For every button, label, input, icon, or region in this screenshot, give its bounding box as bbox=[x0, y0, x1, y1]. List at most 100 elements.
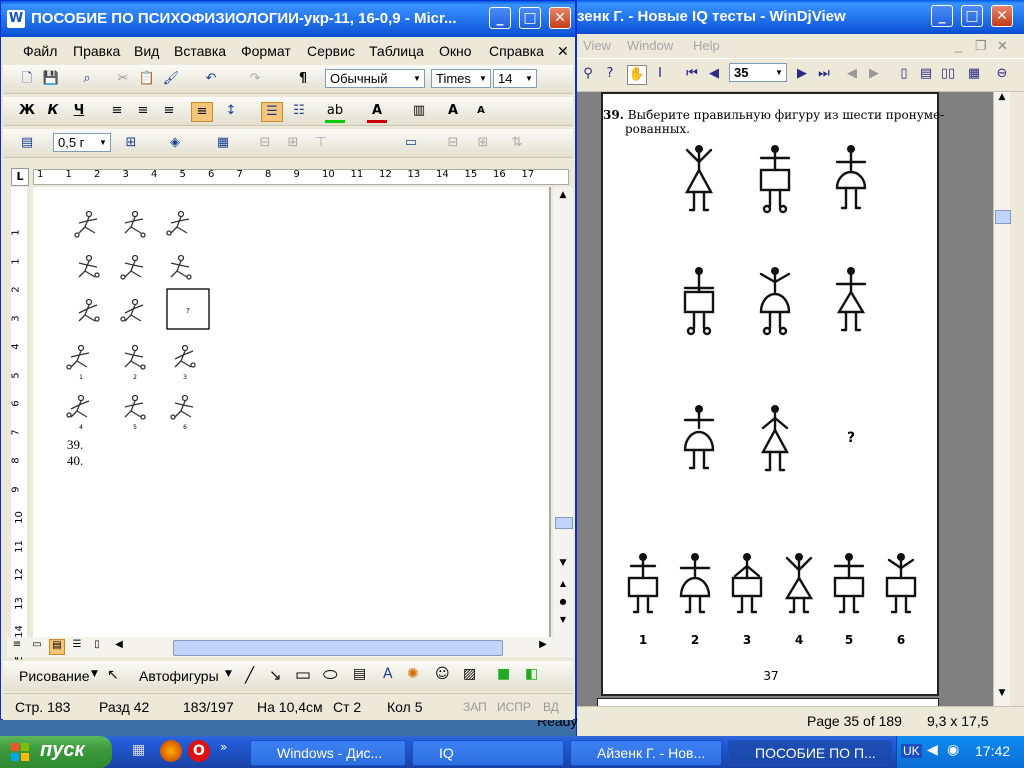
shading-icon[interactable]: ◈ bbox=[165, 134, 185, 152]
font-size-combo[interactable]: 14 ▼ bbox=[493, 69, 537, 88]
status-track-changes[interactable]: ИСПР bbox=[497, 700, 531, 714]
word-close-button[interactable]: ✕ bbox=[549, 7, 571, 29]
scroll-up-icon[interactable]: ▲ bbox=[995, 92, 1009, 106]
align-center-icon[interactable]: ≡ bbox=[133, 102, 153, 120]
redo-icon[interactable]: ↷ bbox=[245, 70, 265, 88]
distribute-rows-icon[interactable]: ⊟ bbox=[443, 134, 463, 152]
undo-icon[interactable]: ↶ bbox=[201, 70, 221, 88]
select-tool-icon[interactable]: I bbox=[651, 65, 669, 83]
new-document-icon[interactable]: 🗋 bbox=[17, 70, 37, 88]
page-number-input[interactable]: 35 ▼ bbox=[729, 63, 787, 82]
sort-icon[interactable]: ⇅ bbox=[507, 134, 527, 152]
line-spacing-icon[interactable]: ↕ bbox=[221, 102, 241, 120]
grow-font-icon[interactable]: A bbox=[443, 102, 463, 120]
cut-icon[interactable]: ✂ bbox=[113, 70, 133, 88]
close-button[interactable]: ✕ bbox=[991, 5, 1013, 27]
word-minimize-button[interactable]: _ bbox=[489, 7, 511, 29]
hand-tool-icon[interactable]: ✋ bbox=[627, 65, 647, 85]
document-page[interactable]: ? 1 2 3 4 5 6 39. 40. bbox=[33, 187, 549, 637]
insert-table-icon[interactable]: ▦ bbox=[213, 134, 233, 152]
scroll-up-icon[interactable]: ▲ bbox=[555, 187, 571, 203]
embedded-figure-image[interactable]: ? 1 2 3 4 5 6 bbox=[63, 203, 213, 435]
autoshapes-menu-button[interactable]: Автофигуры bbox=[139, 668, 219, 684]
split-cells-icon[interactable]: ⊞ bbox=[283, 134, 303, 152]
menu-view[interactable]: View bbox=[583, 38, 611, 53]
tab-selector[interactable]: L bbox=[11, 168, 29, 186]
font-color-icon[interactable]: A bbox=[367, 102, 387, 123]
merge-cells-icon[interactable]: ⊟ bbox=[255, 134, 275, 152]
djvu-vertical-scrollbar[interactable]: ▲ ▼ bbox=[993, 92, 1011, 706]
chevron-right-icon[interactable]: » bbox=[220, 740, 227, 754]
chevron-down-icon[interactable]: ▼ bbox=[97, 135, 109, 150]
document-area[interactable]: ? 1 2 3 4 5 6 39. 40. bbox=[33, 187, 551, 637]
scroll-down-icon[interactable]: ▼ bbox=[995, 688, 1009, 702]
chevron-down-icon[interactable]: ▼ bbox=[91, 669, 98, 679]
continuous-icon[interactable]: ▤ bbox=[917, 65, 935, 83]
oval-icon[interactable]: ⬭ bbox=[323, 665, 338, 685]
start-button[interactable]: пуск bbox=[0, 736, 112, 768]
zoom-out-icon[interactable]: ⊖ bbox=[993, 65, 1011, 83]
menu-insert[interactable]: Вставка bbox=[174, 43, 226, 59]
scroll-down-icon[interactable]: ▼ bbox=[555, 555, 571, 571]
menu-help[interactable]: Help bbox=[693, 38, 720, 53]
menu-format[interactable]: Формат bbox=[241, 43, 291, 59]
word-window[interactable]: W ПОСОБИЕ ПО ПСИХОФИЗИОЛОГИИ-укр-11, 16-… bbox=[0, 0, 576, 720]
web-view-icon[interactable]: ▭ bbox=[29, 639, 45, 655]
windjview-titlebar[interactable]: Айзенк Г. - Новые IQ тесты - WinDjView _… bbox=[557, 0, 1024, 34]
menu-help[interactable]: Справка bbox=[489, 43, 544, 59]
status-extend[interactable]: ВД bbox=[543, 700, 559, 714]
shrink-font-icon[interactable]: A bbox=[471, 102, 491, 120]
quicklaunch-show-desktop-icon[interactable]: ▦ bbox=[132, 742, 152, 762]
forward-icon[interactable]: ▶ bbox=[865, 65, 883, 83]
firefox-icon[interactable] bbox=[160, 740, 182, 762]
doc-line-39[interactable]: 39. bbox=[67, 437, 83, 453]
select-objects-icon[interactable]: ↖ bbox=[107, 667, 119, 683]
align-cell-icon[interactable]: ⊤ bbox=[311, 134, 331, 152]
prev-page-icon[interactable]: ◀ bbox=[705, 65, 723, 83]
maximize-button[interactable]: □ bbox=[961, 5, 983, 27]
bold-icon[interactable]: Ж bbox=[17, 102, 37, 120]
line-icon[interactable]: ╱ bbox=[245, 666, 254, 684]
mdi-close-icon[interactable]: ✕ bbox=[997, 38, 1008, 54]
italic-icon[interactable]: К bbox=[43, 102, 63, 120]
menu-table[interactable]: Таблица bbox=[369, 43, 424, 59]
underline-icon[interactable]: Ч bbox=[69, 102, 89, 120]
word-app-icon[interactable]: W bbox=[7, 10, 25, 28]
djvu-view-area[interactable]: 39. Выберите правильную фигуру из шести … bbox=[577, 92, 993, 708]
task-word[interactable]: ПОСОБИЕ ПО П... bbox=[728, 740, 892, 766]
bullets-icon[interactable]: ☷ bbox=[289, 102, 309, 120]
status-record[interactable]: ЗАП bbox=[463, 700, 487, 714]
chevron-down-icon[interactable]: ▼ bbox=[523, 71, 535, 86]
prev-page-icon[interactable]: ▲ bbox=[555, 579, 571, 593]
scroll-thumb[interactable] bbox=[995, 210, 1011, 224]
show-formatting-icon[interactable]: ¶ bbox=[293, 70, 313, 88]
h-scroll-thumb[interactable] bbox=[173, 640, 503, 656]
word-horizontal-scrollbar[interactable]: ≡ ▭ ▤ ☰ ▯ ◀ ▶ bbox=[7, 637, 573, 657]
diagram-icon[interactable]: ✺ bbox=[407, 666, 419, 682]
columns-icon[interactable]: ▥ bbox=[409, 102, 429, 120]
align-right-icon[interactable]: ≡ bbox=[159, 102, 179, 120]
horizontal-ruler[interactable]: L 1 1 2 3 4 5 6 7 8 9 10 11 12 13 14 15 16 17 bbox=[7, 165, 575, 187]
task-windjview[interactable]: Айзенк Г. - Нов... bbox=[570, 740, 722, 766]
find-icon[interactable]: ⌕ bbox=[77, 70, 97, 88]
menu-window[interactable]: Окно bbox=[439, 43, 472, 59]
volume-icon[interactable]: ◉ bbox=[947, 742, 959, 758]
borders-icon[interactable]: ⊞ bbox=[121, 134, 141, 152]
style-combo[interactable]: Обычный ▼ bbox=[325, 69, 425, 88]
font-combo[interactable]: Times ▼ bbox=[431, 69, 491, 88]
word-maximize-button[interactable]: □ bbox=[519, 7, 541, 29]
shadow-icon[interactable]: ■ bbox=[497, 666, 510, 682]
tray-arrow-icon[interactable]: ◀ bbox=[927, 742, 938, 758]
facing-icon[interactable]: ▯▯ bbox=[939, 65, 957, 83]
paste-icon[interactable]: 📋 bbox=[137, 70, 157, 88]
next-page-icon[interactable]: ▼ bbox=[555, 615, 571, 629]
facing-continuous-icon[interactable]: ▦ bbox=[965, 65, 983, 83]
highlight-icon[interactable]: ab bbox=[325, 102, 345, 123]
draw-menu-button[interactable]: Рисование bbox=[19, 668, 90, 684]
reading-view-icon[interactable]: ▯ bbox=[89, 639, 105, 655]
minimize-button[interactable]: _ bbox=[931, 5, 953, 27]
outline-view-icon[interactable]: ☰ bbox=[69, 639, 85, 655]
arrow-icon[interactable]: ↘ bbox=[269, 666, 282, 684]
word-titlebar[interactable]: W ПОСОБИЕ ПО ПСИХОФИЗИОЛОГИИ-укр-11, 16-… bbox=[1, 1, 575, 37]
menu-tools[interactable]: Сервис bbox=[307, 43, 355, 59]
